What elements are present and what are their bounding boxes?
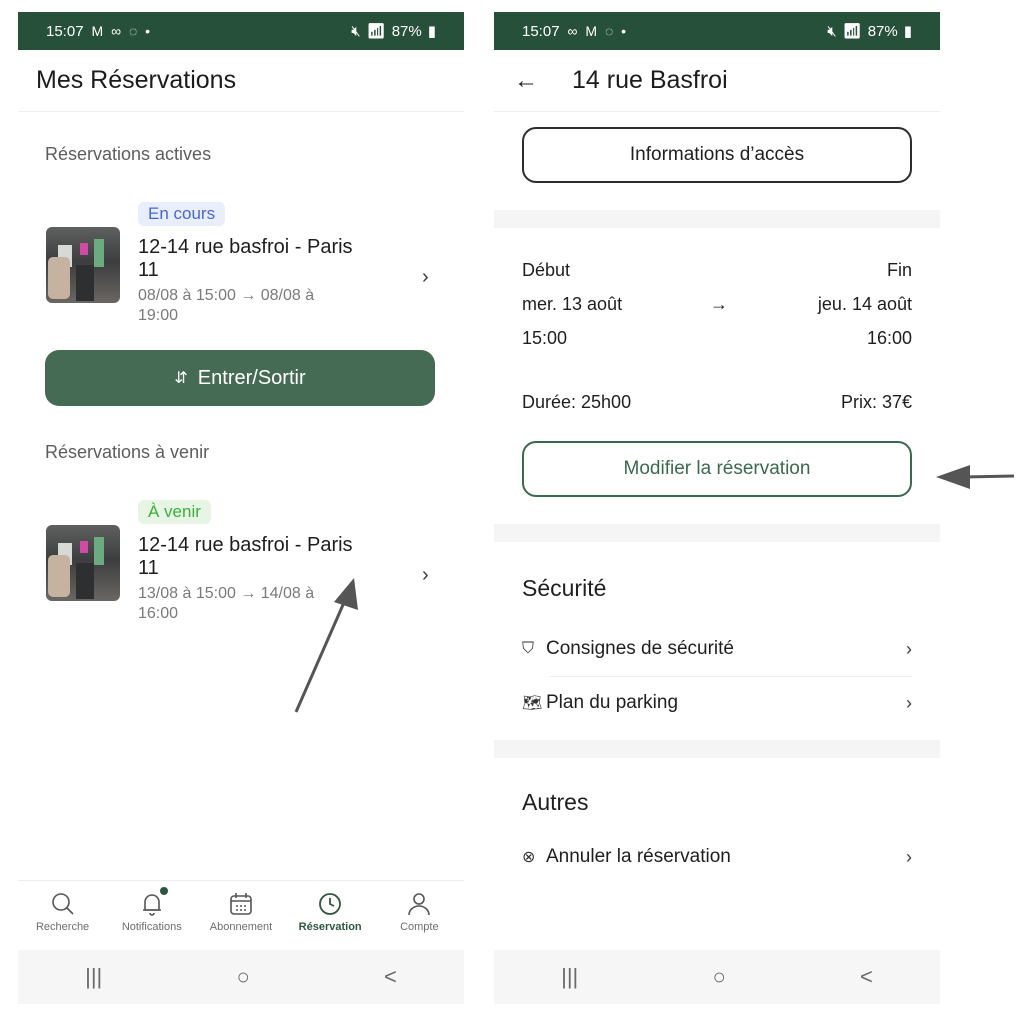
- tab-label: Réservation: [298, 921, 362, 933]
- tab-label: Abonnement: [209, 921, 273, 933]
- battery-level: 87%: [391, 22, 422, 40]
- signal-icon: 📶︎: [842, 23, 862, 40]
- map-icon: 🗺︎: [522, 695, 543, 712]
- upcoming-section-label: Réservations à venir: [45, 442, 210, 462]
- bell-icon: [142, 894, 161, 916]
- active-section-label: Réservations actives: [45, 144, 212, 164]
- reservations-screen: 15:07 M ∞ ◌ • 🔇︎ 📶︎ 87% ▮ Mes Réservatio…: [18, 12, 464, 1004]
- status-badge: À venir: [138, 500, 211, 524]
- active-reservation-card[interactable]: En cours 12-14 rue basfroi - Paris 11 08…: [18, 192, 464, 342]
- end-label: Fin: [886, 260, 912, 280]
- tab-label: Notifications: [121, 921, 182, 933]
- battery-level: 87%: [867, 22, 898, 40]
- page-title: 14 rue Basfroi: [572, 66, 728, 94]
- section-divider: [494, 210, 940, 228]
- start-time: 15:00: [522, 328, 568, 348]
- mute-icon: 🔇︎: [351, 22, 361, 40]
- clock-icon: [319, 893, 342, 915]
- back-button[interactable]: <: [384, 964, 397, 990]
- annotation-arrow-left: [936, 465, 1015, 489]
- tab-label: Compte: [400, 921, 439, 933]
- status-time: 15:07: [522, 22, 560, 40]
- mute-icon: 🔇︎: [827, 22, 837, 40]
- home-button[interactable]: ○: [236, 964, 249, 990]
- parking-thumbnail: [46, 227, 120, 303]
- parking-map-row[interactable]: 🗺︎ Plan du parking ›: [522, 676, 912, 730]
- status-bar: 15:07 ∞ M ◌ • 🔇︎ 📶︎ 87% ▮: [494, 12, 940, 50]
- search-icon: [51, 893, 74, 915]
- annotation-arrow-up: [294, 578, 358, 713]
- row-label: Plan du parking: [546, 692, 679, 713]
- app-bar: Mes Réservations: [18, 50, 464, 112]
- battery-icon: ▮: [903, 23, 912, 40]
- swap-arrows-icon: ⇵: [174, 370, 188, 387]
- reservation-dates: 08/08 à 15:00 → 08/08 à 19:00: [138, 287, 315, 324]
- app-bar: ← 14 rue Basfroi: [494, 50, 940, 112]
- safety-instructions-row[interactable]: ⛉ Consignes de sécurité ›: [522, 622, 912, 676]
- user-icon: [408, 893, 431, 916]
- home-button[interactable]: ○: [712, 964, 725, 990]
- enter-exit-label: Entrer/Sortir: [197, 366, 306, 389]
- parking-thumbnail: [46, 525, 120, 601]
- back-arrow-icon[interactable]: ←: [514, 67, 538, 95]
- section-divider: [494, 524, 940, 542]
- reservation-dates: 13/08 à 15:00 → 14/08 à 16:00: [138, 585, 315, 622]
- chevron-right-icon: ›: [422, 564, 429, 586]
- recents-button[interactable]: |||: [85, 964, 102, 990]
- others-section-title: Autres: [522, 789, 589, 815]
- tab-reservation[interactable]: Réservation: [286, 881, 374, 950]
- page-title: Mes Réservations: [36, 66, 237, 94]
- row-label: Consignes de sécurité: [546, 638, 734, 659]
- signal-icon: 📶︎: [366, 23, 386, 40]
- chevron-right-icon: ›: [906, 692, 912, 713]
- tab-label: Recherche: [35, 921, 90, 933]
- section-divider: [494, 740, 940, 758]
- row-label: Annuler la réservation: [546, 846, 731, 867]
- system-nav-bar: ||| ○ <: [494, 950, 940, 1004]
- tab-notifications[interactable]: Notifications: [108, 881, 196, 950]
- status-badge: En cours: [138, 202, 226, 226]
- start-date: mer. 13 août: [522, 294, 623, 314]
- status-bar: 15:07 M ∞ ◌ • 🔇︎ 📶︎ 87% ▮: [18, 12, 464, 50]
- chevron-right-icon: ›: [906, 846, 912, 867]
- notification-icons: M ∞ ◌ •: [91, 23, 153, 39]
- chevron-right-icon: ›: [422, 266, 429, 288]
- status-time: 15:07: [46, 22, 84, 40]
- chevron-right-icon: ›: [906, 638, 912, 659]
- duration: Durée: 25h00: [522, 392, 632, 412]
- security-section-title: Sécurité: [522, 575, 607, 601]
- enter-exit-button[interactable]: ⇵ Entrer/Sortir: [45, 350, 435, 406]
- start-label: Début: [522, 260, 571, 280]
- battery-icon: ▮: [427, 23, 436, 40]
- price: Prix: 37€: [840, 392, 912, 412]
- modify-reservation-button[interactable]: Modifier la réservation: [522, 441, 912, 497]
- arrow-right-icon: →: [710, 294, 728, 314]
- bottom-tab-bar: Recherche Notifications Abonnement Réser…: [18, 880, 464, 950]
- tab-recherche[interactable]: Recherche: [19, 881, 107, 950]
- reservation-title: 12-14 rue basfroi - Paris 11: [138, 236, 353, 281]
- calendar-icon: [230, 893, 252, 915]
- notification-dot: [159, 887, 168, 895]
- shield-check-icon: ⛉: [522, 640, 535, 657]
- cancel-circle-icon: ⊗: [522, 849, 536, 866]
- recents-button[interactable]: |||: [561, 964, 578, 990]
- end-time: 16:00: [866, 328, 912, 348]
- cancel-reservation-row[interactable]: ⊗ Annuler la réservation ›: [522, 830, 912, 884]
- end-date: jeu. 14 août: [817, 294, 912, 314]
- back-button[interactable]: <: [860, 964, 873, 990]
- tab-compte[interactable]: Compte: [375, 881, 463, 950]
- notification-icons: ∞ M ◌ •: [567, 23, 629, 39]
- access-info-button[interactable]: Informations d’accès: [522, 127, 912, 183]
- tab-abonnement[interactable]: Abonnement: [197, 881, 285, 950]
- reservation-detail-screen: 15:07 ∞ M ◌ • 🔇︎ 📶︎ 87% ▮ ← 14 rue Basfr…: [494, 12, 940, 1004]
- upcoming-reservation-card[interactable]: À venir 12-14 rue basfroi - Paris 11 13/…: [18, 490, 464, 640]
- system-nav-bar: ||| ○ <: [18, 950, 464, 1004]
